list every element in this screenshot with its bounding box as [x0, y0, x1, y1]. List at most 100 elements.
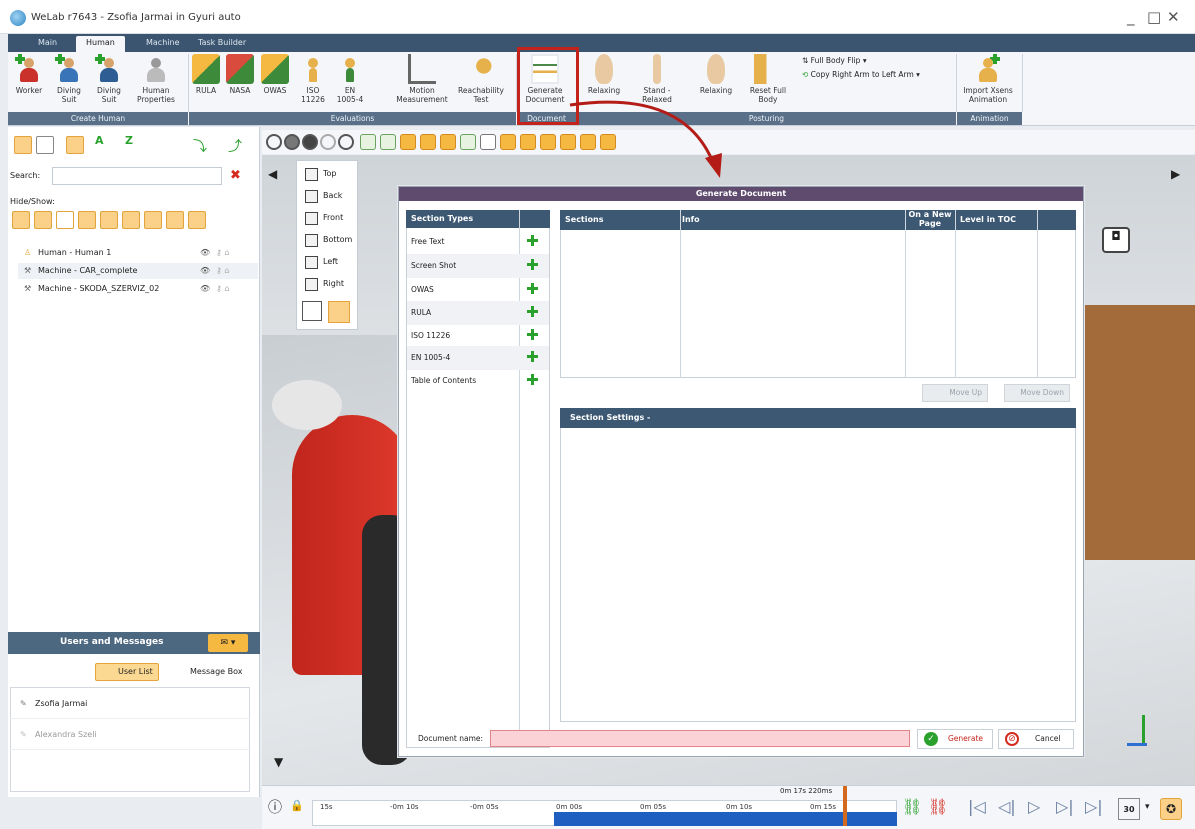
en-1005-4-button[interactable]: EN 1005-4 [334, 54, 366, 104]
add-keyframe-icon[interactable]: ⛓ [902, 797, 922, 816]
expand-timeline-icon[interactable]: ▼ [274, 755, 283, 769]
section-type-item[interactable]: RULA [407, 301, 549, 325]
section-type-item[interactable]: ISO 11226 [407, 324, 549, 348]
search-input[interactable] [52, 167, 222, 185]
copy-right-arm-button[interactable]: ⟲ Copy Right Arm to Left Arm ▾ [802, 70, 920, 79]
cancel-button[interactable]: ⊘ Cancel [998, 729, 1074, 749]
human-properties-button[interactable]: Human Properties [134, 54, 178, 104]
tool-icon[interactable] [460, 134, 476, 150]
show-humans-icon[interactable] [12, 211, 30, 229]
move-down-button[interactable]: Move Down [1004, 384, 1070, 402]
motion-measurement-button[interactable]: Motion Measurement [394, 54, 450, 104]
visibility-eye-icon[interactable]: 👁 [200, 245, 210, 261]
playhead[interactable] [843, 786, 847, 826]
fps-icon[interactable]: 30 [1118, 798, 1140, 820]
tool-icon[interactable] [520, 134, 536, 150]
perspective-cube-icon[interactable] [302, 301, 322, 321]
document-name-input[interactable] [490, 730, 910, 747]
view-mode-icon[interactable] [266, 134, 282, 150]
ortho-cube-icon[interactable] [328, 301, 350, 323]
lock-icon[interactable]: ⚷ ⌂ [216, 281, 229, 297]
tab-machine[interactable]: Machine [136, 36, 190, 52]
show-points-icon[interactable] [100, 211, 118, 229]
lock-icon[interactable]: ⚷ ⌂ [216, 263, 229, 279]
info-icon[interactable]: ⓘ [268, 797, 282, 817]
view-top[interactable]: Top [303, 164, 353, 184]
lock-icon[interactable]: ⚷ ⌂ [216, 245, 229, 261]
tool-icon[interactable] [500, 134, 516, 150]
show-motion-icon[interactable] [144, 211, 162, 229]
iso-11226-button[interactable]: ISO 11226 [298, 54, 328, 104]
tool-icon[interactable] [420, 134, 436, 150]
skip-start-icon[interactable]: |◁ [968, 797, 986, 816]
relaxing-button-2[interactable]: Relaxing [696, 54, 736, 95]
step-forward-icon[interactable]: ▷| [1056, 797, 1074, 816]
tool-icon[interactable] [440, 134, 456, 150]
users-menu-button[interactable]: ✉ ▾ [208, 634, 248, 652]
tool-icon[interactable] [380, 134, 396, 150]
move-up-icon[interactable]: ⤴ [228, 136, 242, 156]
maximize-button[interactable]: □ [1147, 8, 1161, 26]
sort-az-icon[interactable]: A [95, 134, 104, 147]
visibility-eye-icon[interactable]: 👁 [200, 281, 210, 297]
collapse-right-icon[interactable]: ▶ [1171, 167, 1180, 181]
add-section-icon[interactable] [527, 351, 539, 363]
view-mode-icon[interactable] [284, 134, 300, 150]
view-left[interactable]: Left [303, 252, 353, 272]
close-button[interactable]: ✕ [1167, 8, 1180, 26]
full-body-flip-button[interactable]: ⇅ Full Body Flip ▾ [802, 56, 867, 65]
visibility-eye-icon[interactable]: 👁 [200, 263, 210, 279]
tree-item-human-1[interactable]: ♙ Human - Human 1 👁 ⚷ ⌂ [18, 245, 258, 261]
view-mode-icon[interactable] [320, 134, 336, 150]
show-machines-icon[interactable] [34, 211, 52, 229]
tab-main[interactable]: Main [28, 36, 67, 52]
settings-gear-icon[interactable]: ✪ [1160, 798, 1182, 820]
view-front[interactable]: Front [303, 208, 353, 228]
show-paths-icon[interactable] [166, 211, 184, 229]
clear-search-icon[interactable]: ✖ [230, 168, 241, 183]
section-type-item[interactable]: EN 1005-4 [407, 346, 549, 370]
tab-task-builder[interactable]: Task Builder [188, 36, 256, 52]
step-back-icon[interactable]: ◁| [998, 797, 1016, 816]
section-type-item[interactable]: Free Text [407, 230, 549, 254]
fps-dropdown-icon[interactable]: ▾ [1145, 802, 1150, 812]
show-links-icon[interactable] [122, 211, 140, 229]
generate-button[interactable]: ✓ Generate [917, 729, 993, 749]
view-mode-icon[interactable] [338, 134, 354, 150]
show-groups-icon[interactable] [78, 211, 96, 229]
owas-button[interactable]: OWAS [260, 54, 290, 95]
section-type-item[interactable]: Screen Shot [407, 254, 549, 278]
add-section-icon[interactable] [527, 235, 539, 247]
add-section-icon[interactable] [527, 283, 539, 295]
reachability-test-button[interactable]: Reachability Test [456, 54, 506, 104]
view-right[interactable]: Right [303, 274, 353, 294]
lock-icon[interactable]: 🔒 [290, 799, 304, 812]
view-bottom[interactable]: Bottom [303, 230, 353, 250]
nasa-button[interactable]: NASA [226, 54, 254, 95]
sections-table[interactable] [560, 230, 1076, 378]
show-animation-icon[interactable] [188, 211, 206, 229]
add-section-icon[interactable] [527, 306, 539, 318]
view-mode-icon[interactable] [302, 134, 318, 150]
rula-button[interactable]: RULA [192, 54, 220, 95]
tool-icon[interactable] [540, 134, 556, 150]
skip-end-icon[interactable]: ▷| [1085, 797, 1103, 816]
move-down-icon[interactable]: ⤵ [193, 136, 207, 156]
user-row[interactable]: ✎ Zsofia Jarmai [10, 689, 250, 719]
add-section-icon[interactable] [527, 259, 539, 271]
diving-suit-button[interactable]: Diving Suit [52, 54, 86, 104]
filter-icon[interactable] [66, 136, 84, 154]
comment-icon[interactable]: ◘ [1102, 227, 1130, 253]
show-parts-icon[interactable] [56, 211, 74, 229]
tab-human[interactable]: Human [76, 36, 125, 52]
section-type-item[interactable]: Table of Contents [407, 369, 549, 393]
minimize-button[interactable]: _ [1127, 8, 1135, 26]
relaxing-button[interactable]: Relaxing [584, 54, 624, 95]
message-box-button[interactable]: Message Box [170, 663, 250, 681]
user-row[interactable]: ✎ Alexandra Szeli [10, 720, 250, 750]
tool-icon[interactable] [400, 134, 416, 150]
collapse-left-icon[interactable]: ◀ [268, 167, 277, 181]
tree-view-icon[interactable] [14, 136, 32, 154]
list-view-icon[interactable] [36, 136, 54, 154]
tree-item-car-complete[interactable]: ⚒ Machine - CAR_complete 👁 ⚷ ⌂ [18, 263, 258, 279]
